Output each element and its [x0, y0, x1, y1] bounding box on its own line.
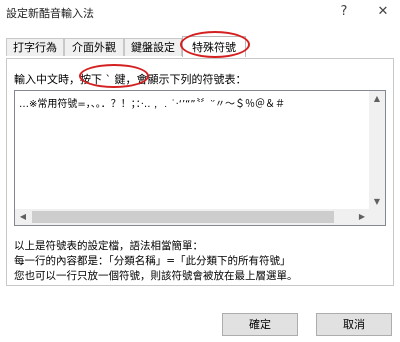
symbols-editor[interactable]: …※常用符號=，、。．？！；：‧‥﹐﹒˙·‘’“”〝〞‵′〃～＄％＠＆＃ ▲ ▼… [14, 90, 386, 226]
close-button[interactable]: ✕ [370, 3, 396, 21]
title-bar: 設定新酷音輸入法 ? ✕ [0, 0, 400, 24]
tab-strip: 打字行為 介面外觀 鍵盤設定 特殊符號 [6, 36, 396, 58]
instruction-label: 輸入中文時，按下 ` 鍵，會顯示下列的符號表： [14, 73, 247, 86]
tab-appearance[interactable]: 介面外觀 [64, 38, 124, 56]
ok-button[interactable]: 確定 [222, 313, 298, 336]
window-title: 設定新酷音輸入法 [6, 7, 94, 20]
horizontal-scroll-thumb[interactable] [32, 211, 334, 223]
description-line-1: 以上是符號表的設定檔，語法相當簡單： [14, 240, 203, 252]
horizontal-scrollbar[interactable]: ◀ ▶ [15, 209, 370, 225]
scroll-left-icon[interactable]: ◀ [15, 209, 31, 225]
scroll-right-icon[interactable]: ▶ [354, 209, 370, 225]
tab-keyboard-settings[interactable]: 鍵盤設定 [124, 38, 182, 56]
cancel-button[interactable]: 取消 [316, 313, 392, 336]
scrollbar-corner [369, 209, 385, 225]
tab-special-symbols[interactable]: 特殊符號 [182, 36, 246, 57]
vertical-scrollbar[interactable]: ▲ ▼ [369, 91, 385, 210]
tab-typing-behavior[interactable]: 打字行為 [6, 38, 64, 56]
description-line-3: 您也可以一行只放一個符號，則該符號會被放在最上層選單。 [14, 270, 298, 282]
scroll-up-icon[interactable]: ▲ [369, 91, 385, 107]
description-line-2: 每一行的內容都是：「分類名稱」=「此分類下的所有符號」 [14, 255, 291, 267]
symbols-text[interactable]: …※常用符號=，、。．？！；：‧‥﹐﹒˙·‘’“”〝〞‵′〃～＄％＠＆＃ [19, 95, 369, 110]
scroll-down-icon[interactable]: ▼ [369, 194, 385, 210]
help-button[interactable]: ? [331, 3, 357, 21]
